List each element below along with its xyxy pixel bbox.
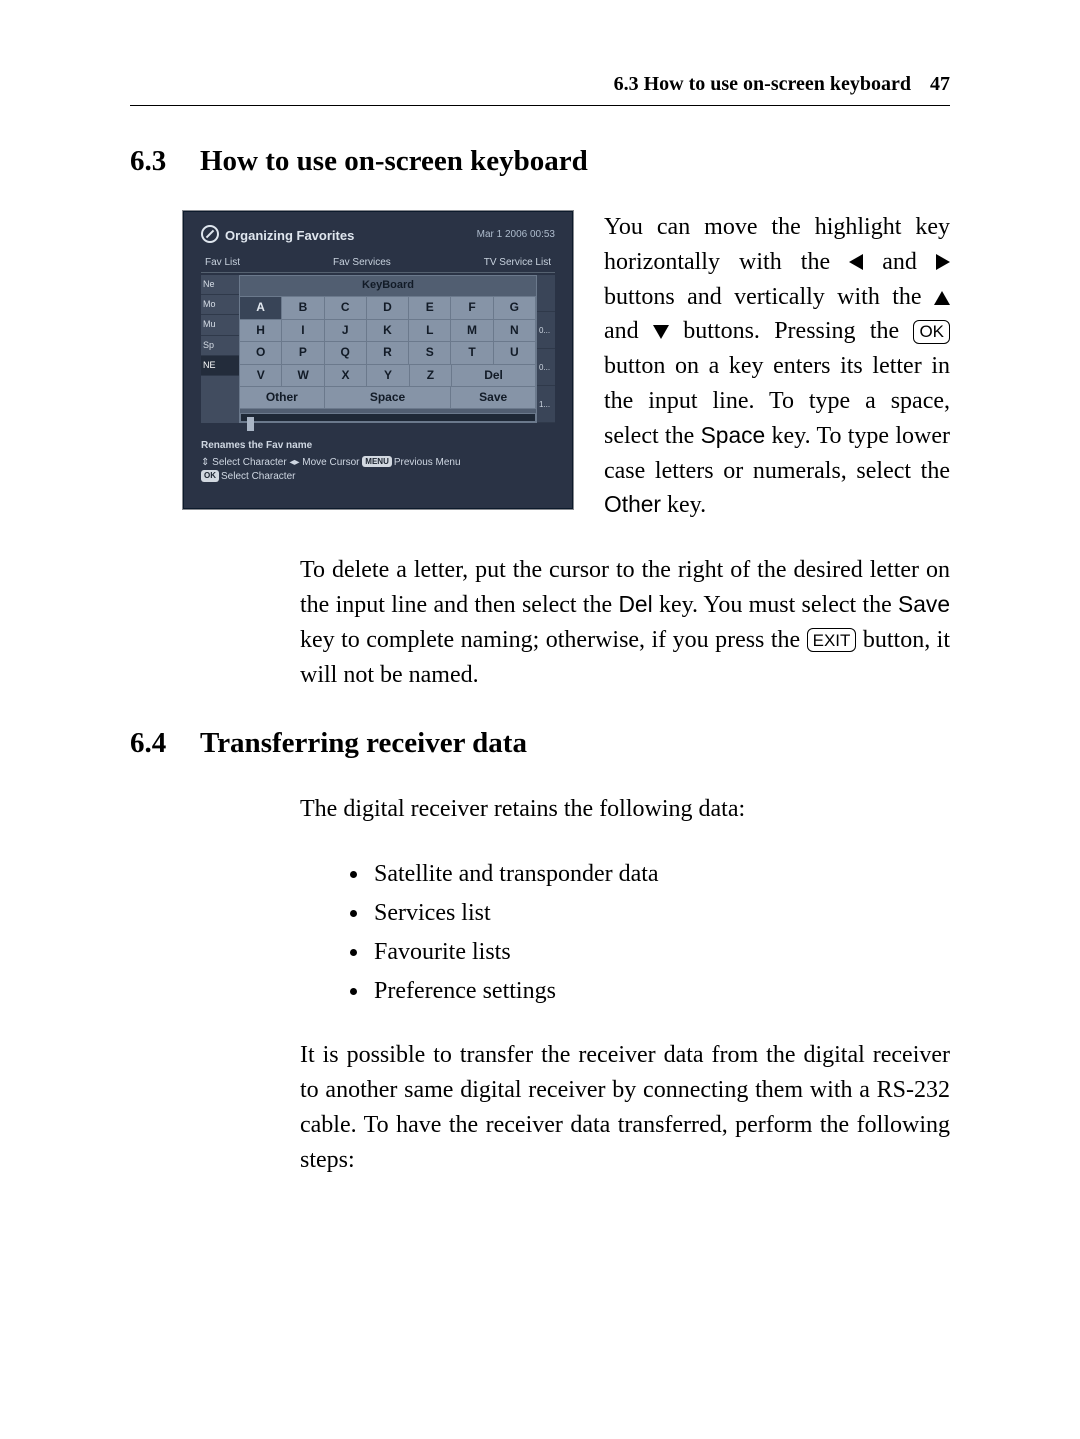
list-item: Ne — [201, 275, 239, 295]
section-number: 6.4 — [130, 722, 176, 764]
save-key-label: Save — [898, 591, 950, 617]
body-paragraph-delete: To delete a letter, put the cursor to th… — [300, 553, 950, 692]
list-item: Services list — [370, 896, 950, 931]
list-item: 0... — [537, 312, 555, 349]
list-item: 0... — [537, 349, 555, 386]
key-u[interactable]: U — [494, 342, 536, 364]
fav-list-panel: Ne Mo Mu Sp NE — [201, 275, 239, 423]
key-f[interactable]: F — [451, 297, 493, 319]
list-item: Mo — [201, 295, 239, 315]
key-h[interactable]: H — [240, 320, 282, 342]
body-paragraph-transfer: It is possible to transfer the receiver … — [300, 1038, 950, 1177]
key-m[interactable]: M — [451, 320, 493, 342]
screenshot-tabs: Fav List Fav Services TV Service List — [201, 256, 555, 274]
key-n[interactable]: N — [494, 320, 536, 342]
section-number: 6.3 — [130, 140, 176, 182]
list-item — [537, 275, 555, 312]
page-number: 47 — [930, 73, 950, 95]
key-del[interactable]: Del — [452, 365, 536, 387]
key-save[interactable]: Save — [451, 387, 536, 409]
menu-pill-icon: MENU — [362, 456, 392, 468]
key-k[interactable]: K — [367, 320, 409, 342]
key-b[interactable]: B — [282, 297, 324, 319]
key-x[interactable]: X — [325, 365, 367, 387]
text-caret — [247, 417, 254, 431]
list-item: Favourite lists — [370, 935, 950, 970]
section-heading-6-4: 6.4 Transferring receiver data — [130, 722, 950, 764]
key-q[interactable]: Q — [325, 342, 367, 364]
running-header: 6.3 How to use on-screen keyboard 47 — [130, 70, 950, 106]
key-space[interactable]: Space — [325, 387, 452, 409]
exit-button-key: EXIT — [807, 628, 857, 652]
leftright-icon: ◂▸ — [289, 457, 299, 468]
space-key-label: Space — [701, 422, 766, 448]
figure-and-text-row: Organizing Favorites Mar 1 2006 00:53 Fa… — [130, 210, 950, 523]
section-title: Transferring receiver data — [200, 722, 527, 764]
list-item-selected: NE — [201, 356, 239, 376]
page: 6.3 How to use on-screen keyboard 47 6.3… — [0, 0, 1080, 1439]
screenshot-datetime: Mar 1 2006 00:53 — [477, 228, 555, 243]
key-v[interactable]: V — [240, 365, 282, 387]
keyboard-grid: A B C D E F G H I J — [240, 297, 536, 409]
list-item: 1... — [537, 386, 555, 423]
aside-paragraph: You can move the highlight key horizonta… — [604, 210, 950, 523]
list-item: Preference settings — [370, 974, 950, 1009]
key-p[interactable]: P — [282, 342, 324, 364]
key-d[interactable]: D — [367, 297, 409, 319]
section-heading-6-3: 6.3 How to use on-screen keyboard — [130, 140, 950, 182]
keyboard-label: KeyBoard — [240, 276, 536, 297]
data-list: Satellite and transponder data Services … — [348, 857, 950, 1008]
onscreen-keyboard-screenshot: Organizing Favorites Mar 1 2006 00:53 Fa… — [182, 210, 574, 510]
keyboard-panel: KeyBoard A B C D E F G — [239, 275, 537, 423]
tab-tv-service-list: TV Service List — [484, 256, 551, 271]
left-arrow-icon — [849, 254, 863, 270]
footer-status: Renames the Fav name — [201, 439, 555, 454]
service-list-panel: 0... 0... 1... — [537, 275, 555, 423]
key-w[interactable]: W — [282, 365, 324, 387]
other-key-label: Other — [604, 491, 661, 517]
key-s[interactable]: S — [409, 342, 451, 364]
list-item: Satellite and transponder data — [370, 857, 950, 892]
key-r[interactable]: R — [367, 342, 409, 364]
forbidden-icon — [201, 225, 219, 243]
tab-fav-services: Fav Services — [333, 256, 391, 271]
keyboard-input-line[interactable] — [240, 413, 536, 422]
ok-pill-icon: OK — [201, 470, 219, 482]
running-header-text: 6.3 How to use on-screen keyboard — [614, 73, 911, 95]
screenshot-footer: Renames the Fav name ⇕ Select Character … — [201, 439, 555, 485]
key-z[interactable]: Z — [410, 365, 452, 387]
key-g[interactable]: G — [494, 297, 536, 319]
footer-hints-line1: ⇕ Select Character ◂▸ Move Cursor MENUPr… — [201, 456, 555, 471]
list-item: Sp — [201, 336, 239, 356]
right-arrow-icon — [936, 254, 950, 270]
key-e[interactable]: E — [409, 297, 451, 319]
key-o[interactable]: O — [240, 342, 282, 364]
up-arrow-icon — [934, 291, 950, 305]
screenshot-title: Organizing Favorites — [201, 225, 354, 246]
down-arrow-icon — [653, 325, 669, 339]
key-t[interactable]: T — [451, 342, 493, 364]
tab-fav-list: Fav List — [205, 256, 240, 271]
key-c[interactable]: C — [325, 297, 367, 319]
list-item: Mu — [201, 315, 239, 335]
key-j[interactable]: J — [325, 320, 367, 342]
key-a[interactable]: A — [240, 297, 282, 319]
key-i[interactable]: I — [282, 320, 324, 342]
updown-icon: ⇕ — [201, 457, 209, 468]
key-other[interactable]: Other — [240, 387, 325, 409]
key-y[interactable]: Y — [367, 365, 409, 387]
key-l[interactable]: L — [409, 320, 451, 342]
footer-hints-line2: OKSelect Character — [201, 470, 555, 485]
section-title: How to use on-screen keyboard — [200, 140, 588, 182]
del-key-label: Del — [618, 591, 652, 617]
ok-button-key: OK — [913, 320, 950, 344]
body-paragraph-retains: The digital receiver retains the followi… — [300, 792, 950, 827]
